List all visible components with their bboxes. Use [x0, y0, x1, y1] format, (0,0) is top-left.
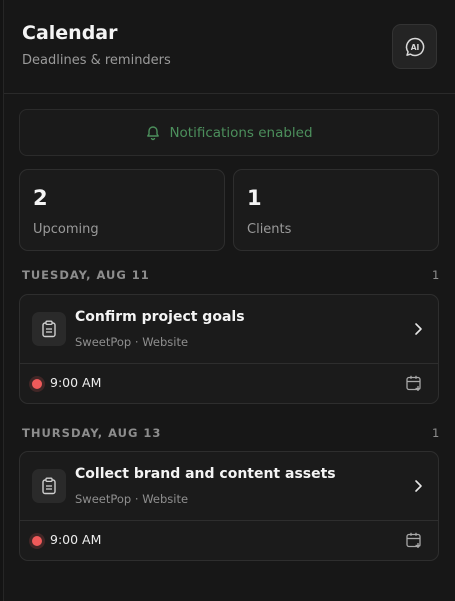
calendar-add-icon[interactable] — [405, 374, 423, 392]
task-time: 9:00 AM — [50, 532, 101, 547]
notifications-status[interactable]: Notifications enabled — [19, 109, 439, 156]
card-divider — [20, 363, 438, 364]
ai-button-label: AI — [410, 43, 419, 52]
stat-upcoming-label: Upcoming — [33, 222, 99, 237]
task-card: Collect brand and content assets SweetPo… — [19, 451, 439, 561]
task-card: Confirm project goals SweetPop · Website… — [19, 294, 439, 404]
task-card-open[interactable]: Collect brand and content assets SweetPo… — [20, 452, 438, 521]
day-task-count: 1 — [432, 426, 439, 440]
task-client: SweetPop · Website — [75, 492, 188, 506]
stat-clients-label: Clients — [247, 222, 291, 237]
reminder-dot — [32, 379, 42, 389]
page-title: Calendar — [22, 22, 117, 44]
notifications-label: Notifications enabled — [169, 125, 312, 141]
ai-chat-icon: AI — [404, 36, 426, 58]
ai-assistant-button[interactable]: AI — [392, 24, 437, 69]
chevron-right-icon — [412, 321, 424, 337]
task-client: SweetPop · Website — [75, 335, 188, 349]
card-divider — [20, 520, 438, 521]
page-subtitle: Deadlines & reminders — [22, 53, 171, 68]
task-title: Collect brand and content assets — [75, 466, 336, 482]
reminder-dot — [32, 536, 42, 546]
task-title: Confirm project goals — [75, 309, 245, 325]
stat-clients: 1 Clients — [233, 169, 439, 251]
chevron-right-icon — [412, 478, 424, 494]
calendar-panel: Calendar Deadlines & reminders AI Notifi… — [3, 0, 455, 601]
bell-icon — [145, 125, 161, 141]
day-heading: THURSDAY, AUG 13 — [22, 426, 161, 440]
clipboard-icon — [32, 312, 66, 346]
stat-upcoming: 2 Upcoming — [19, 169, 225, 251]
calendar-add-icon[interactable] — [405, 531, 423, 549]
task-card-open[interactable]: Confirm project goals SweetPop · Website — [20, 295, 438, 364]
calendar-header: Calendar Deadlines & reminders AI — [4, 0, 455, 94]
clipboard-icon — [32, 469, 66, 503]
stat-upcoming-value: 2 — [33, 186, 48, 210]
day-task-count: 1 — [432, 268, 439, 282]
stat-clients-value: 1 — [247, 186, 262, 210]
day-heading: TUESDAY, AUG 11 — [22, 268, 150, 282]
task-time: 9:00 AM — [50, 375, 101, 390]
